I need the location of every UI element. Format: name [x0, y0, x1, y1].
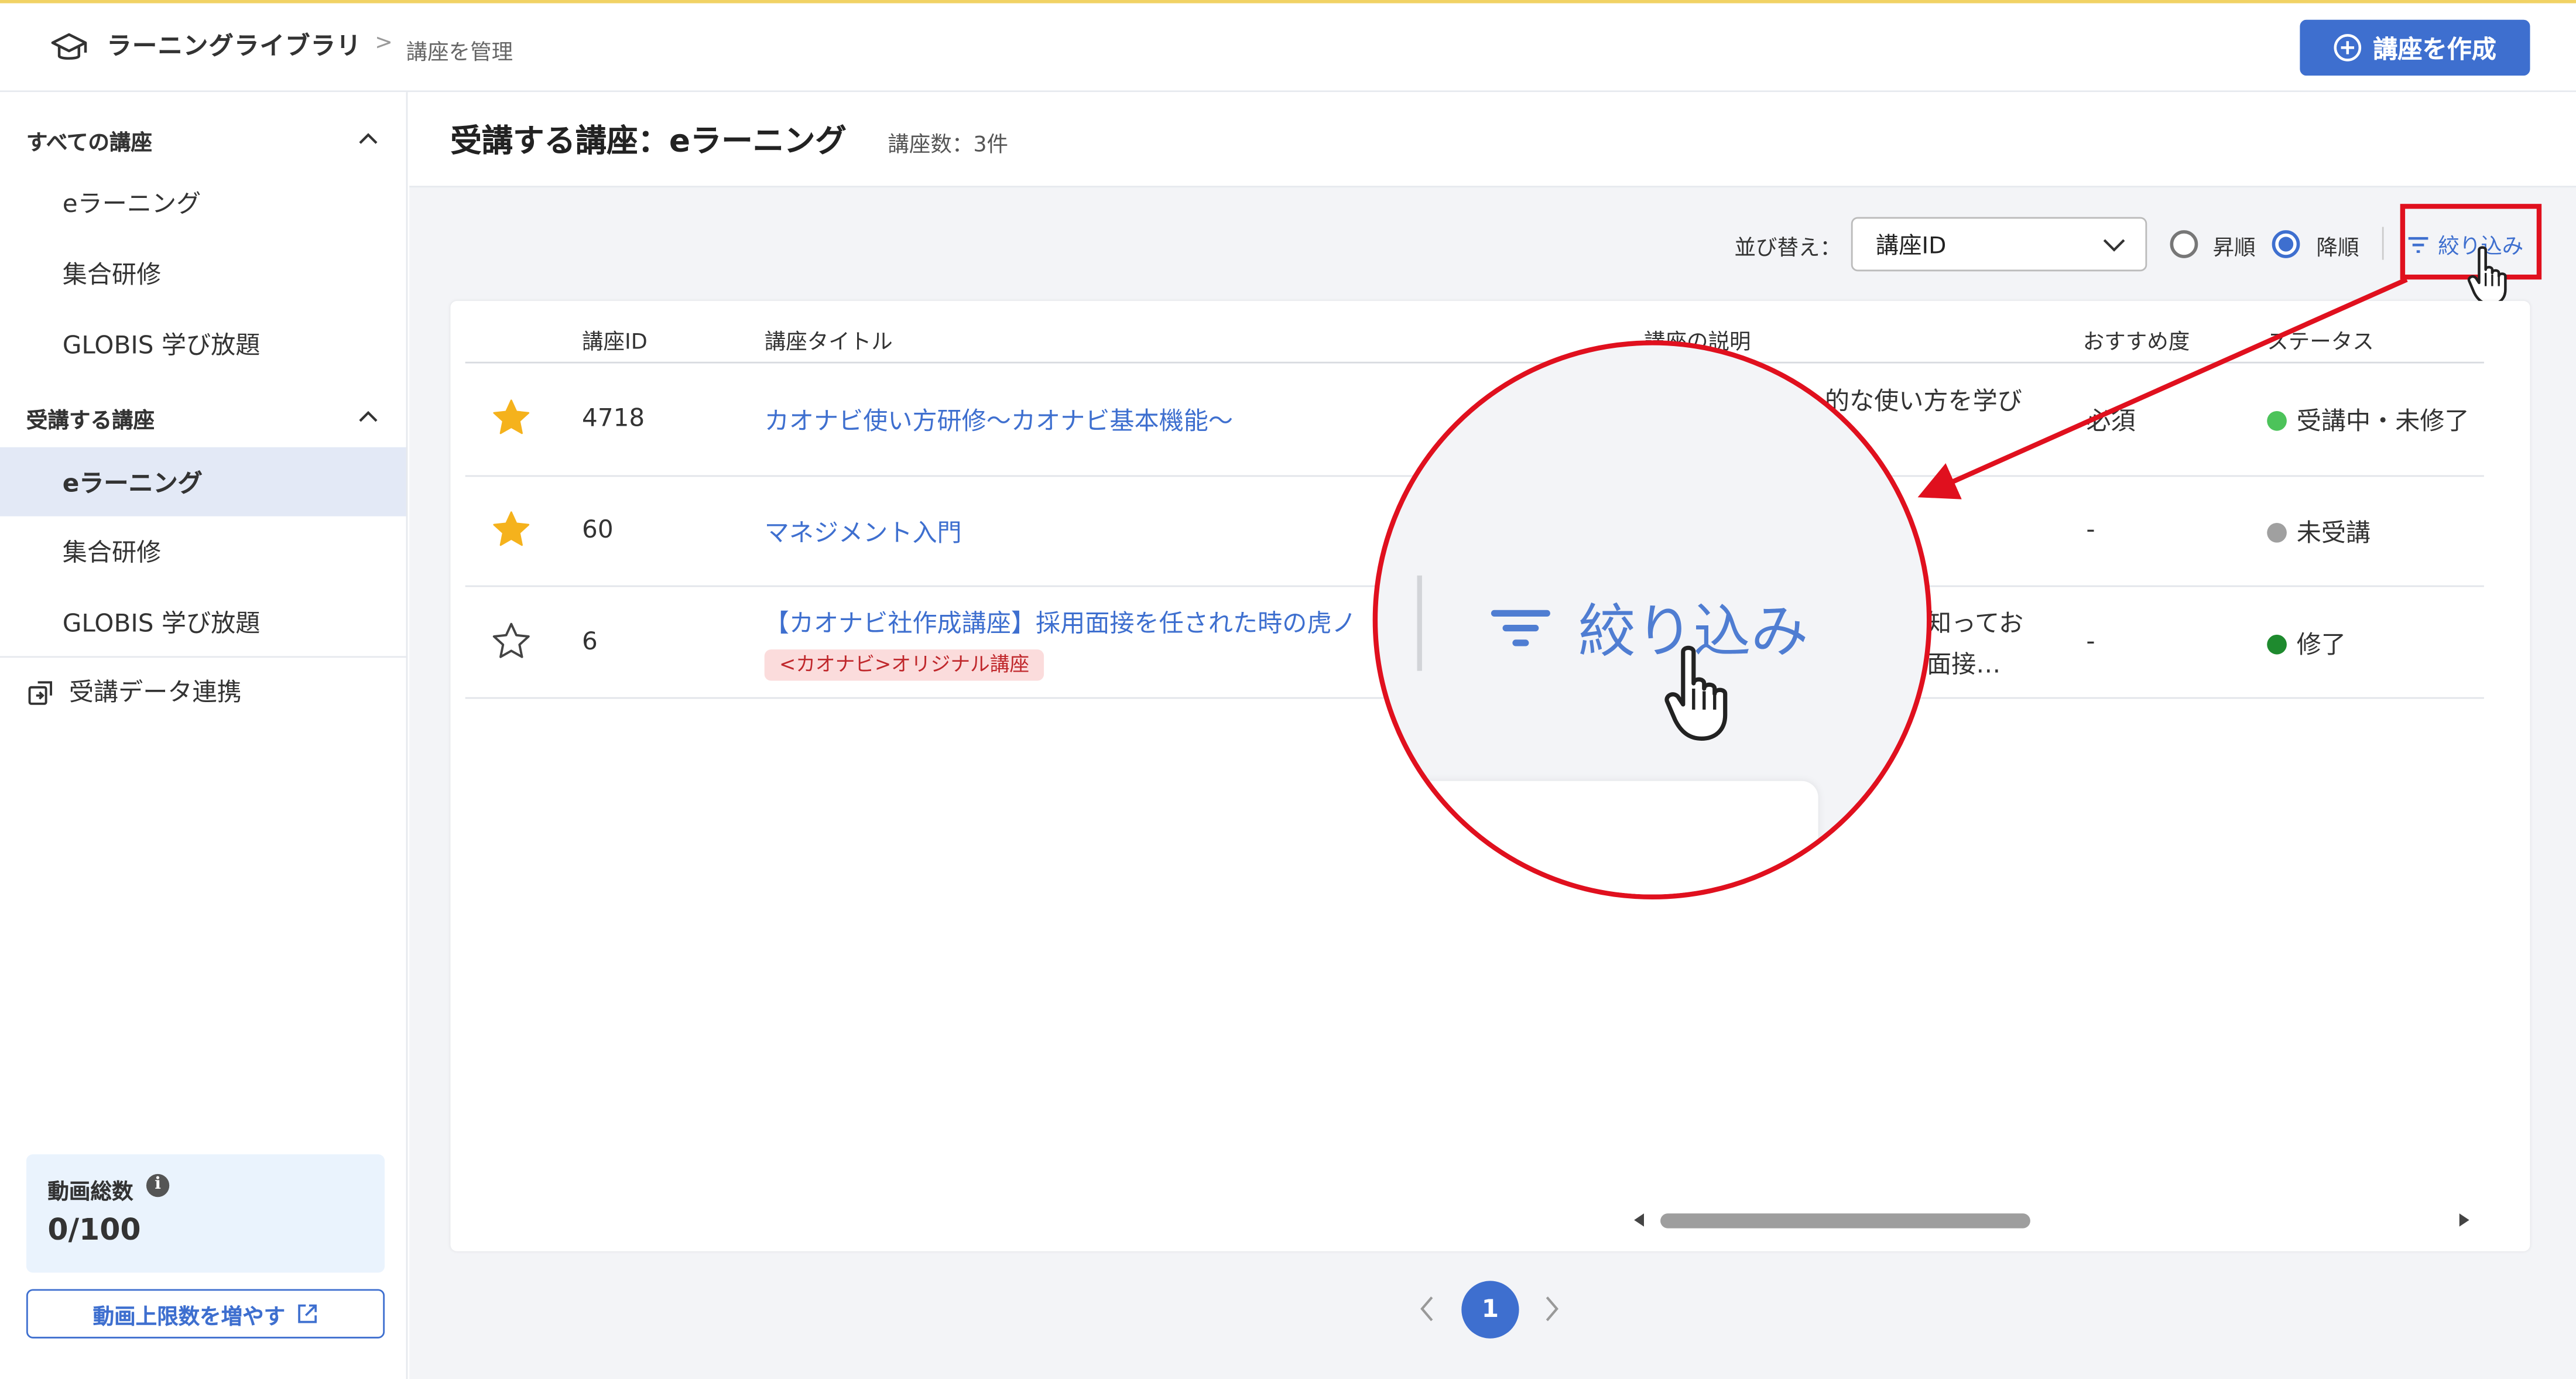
table-cell-id: 4718 [582, 402, 645, 433]
sidebar-item-taking-globis[interactable]: GLOBIS 学び放題 [0, 587, 406, 656]
column-header-recommend[interactable]: おすすめ度 [2083, 324, 2190, 355]
star-filled-icon[interactable] [492, 398, 531, 437]
table-cell-recommend: - [2086, 514, 2095, 545]
toolbar-divider [2382, 227, 2384, 260]
sidebar: すべての講座 eラーニング 集合研修 GLOBIS 学び放題 受講する講座 eラ… [0, 92, 408, 1379]
top-header: ラーニングライブラリ > 講座を管理 講座を作成 [0, 3, 2576, 93]
graduation-cap-icon [51, 33, 87, 60]
chevron-right-icon[interactable] [1540, 1292, 1563, 1325]
plus-circle-icon [2334, 34, 2362, 61]
info-icon[interactable]: i [146, 1173, 170, 1197]
sidebar-divider [0, 656, 406, 658]
hand-pointer-icon [1664, 645, 1728, 741]
sidebar-item-all-group-training[interactable]: 集合研修 [0, 238, 406, 307]
table-cell-id: 6 [582, 626, 598, 656]
status-label: 受講中・未修了 [2296, 406, 2469, 436]
video-quota-label: 動画総数 [47, 1180, 133, 1206]
video-quota-card: 動画総数 i 0/100 [26, 1154, 385, 1273]
page-title: 受講する講座：eラーニング [450, 123, 847, 160]
breadcrumb-current: 講座を管理 [406, 41, 513, 66]
sync-data-label: 受講データ連携 [68, 677, 242, 707]
sidebar-item-taking-elearning[interactable]: eラーニング [0, 447, 406, 516]
zoom-divider [1417, 575, 1422, 671]
table-header-divider [465, 361, 2484, 364]
table-cell-recommend: - [2086, 626, 2095, 656]
radio-ascending[interactable] [2170, 230, 2198, 258]
table-cell-id: 60 [582, 514, 614, 545]
column-header-id[interactable]: 講座ID [582, 324, 648, 355]
sort-select[interactable]: 講座ID [1851, 217, 2147, 272]
status-badge: 受講中・未修了 [2267, 403, 2469, 437]
status-label: 修了 [2296, 629, 2347, 660]
video-quota-value: 0/100 [47, 1213, 141, 1248]
external-link-icon [297, 1304, 316, 1323]
radio-descending[interactable] [2272, 230, 2300, 258]
status-dot [2267, 634, 2287, 655]
course-title-link[interactable]: 【カオナビ社作成講座】採用面接を任された時の虎ノ [765, 605, 1356, 639]
zoom-magnifier: 絞り込み [1372, 340, 1932, 899]
scroll-left-arrow[interactable] [1634, 1213, 1644, 1227]
star-filled-icon[interactable] [492, 509, 531, 549]
chevron-up-icon[interactable] [355, 403, 382, 429]
status-dot [2267, 522, 2287, 543]
increase-limit-button[interactable]: 動画上限数を増やす [26, 1289, 385, 1339]
sync-icon [28, 680, 53, 704]
status-label: 未受講 [2296, 518, 2371, 548]
radio-ascending-label[interactable]: 昇順 [2213, 230, 2256, 261]
status-badge: 未受講 [2267, 515, 2371, 549]
radio-descending-label[interactable]: 降順 [2316, 230, 2359, 261]
table-cell-recommend: 必須 [2086, 406, 2136, 436]
table-cell-description: 面接… [1926, 649, 2001, 679]
pagination-current-page[interactable]: 1 [1461, 1281, 1519, 1339]
filter-icon [1491, 609, 1550, 646]
zoom-filter-button: 絞り込み [1489, 586, 1808, 669]
app-root: ラーニングライブラリ > 講座を管理 講座を作成 すべての講座 eラーニング 集… [0, 0, 2576, 1379]
sync-data-link[interactable]: 受講データ連携 [26, 674, 242, 709]
column-header-title[interactable]: 講座タイトル [765, 324, 893, 355]
hand-pointer-icon [2467, 246, 2507, 306]
status-badge: 修了 [2267, 627, 2346, 661]
section-all-courses[interactable]: すべての講座 [26, 125, 152, 156]
table-cell-description: 的な使い方を学び [1824, 386, 2022, 416]
sidebar-item-all-elearning[interactable]: eラーニング [0, 167, 406, 237]
star-outline-icon[interactable] [492, 621, 531, 661]
sort-select-value: 講座ID [1875, 232, 1947, 259]
create-course-button[interactable]: 講座を作成 [2300, 19, 2530, 76]
column-header-status[interactable]: ステータス [2267, 324, 2374, 355]
increase-limit-label: 動画上限数を増やす [93, 1305, 286, 1330]
sidebar-item-all-globis[interactable]: GLOBIS 学び放題 [0, 309, 406, 378]
page-header: 受講する講座：eラーニング 講座数：3件 [409, 92, 2576, 188]
course-title-link[interactable]: カオナビ使い方研修～カオナビ基本機能～ [765, 403, 1233, 437]
chevron-up-icon[interactable] [355, 125, 382, 151]
create-course-label: 講座を作成 [2373, 33, 2496, 64]
sidebar-item-taking-group-training[interactable]: 集合研修 [0, 516, 406, 586]
app-title[interactable]: ラーニングライブラリ [107, 28, 362, 63]
chevron-down-icon [2103, 239, 2125, 252]
horizontal-scrollbar[interactable] [1660, 1213, 2030, 1229]
course-tag: <カオナビ>オリジナル講座 [764, 649, 1044, 681]
status-dot [2267, 411, 2287, 431]
section-taking-courses[interactable]: 受講する講座 [26, 403, 155, 434]
course-count: 講座数：3件 [888, 133, 1009, 158]
zoom-table-card [1378, 781, 1818, 895]
table-cell-description: 知ってお [1926, 608, 2024, 638]
course-title-link[interactable]: マネジメント入門 [765, 515, 962, 549]
sort-label: 並び替え： [1734, 237, 1842, 262]
scroll-right-arrow[interactable] [2459, 1213, 2469, 1227]
chevron-left-icon[interactable] [1416, 1292, 1438, 1325]
chevron-right-icon: > [375, 31, 393, 56]
